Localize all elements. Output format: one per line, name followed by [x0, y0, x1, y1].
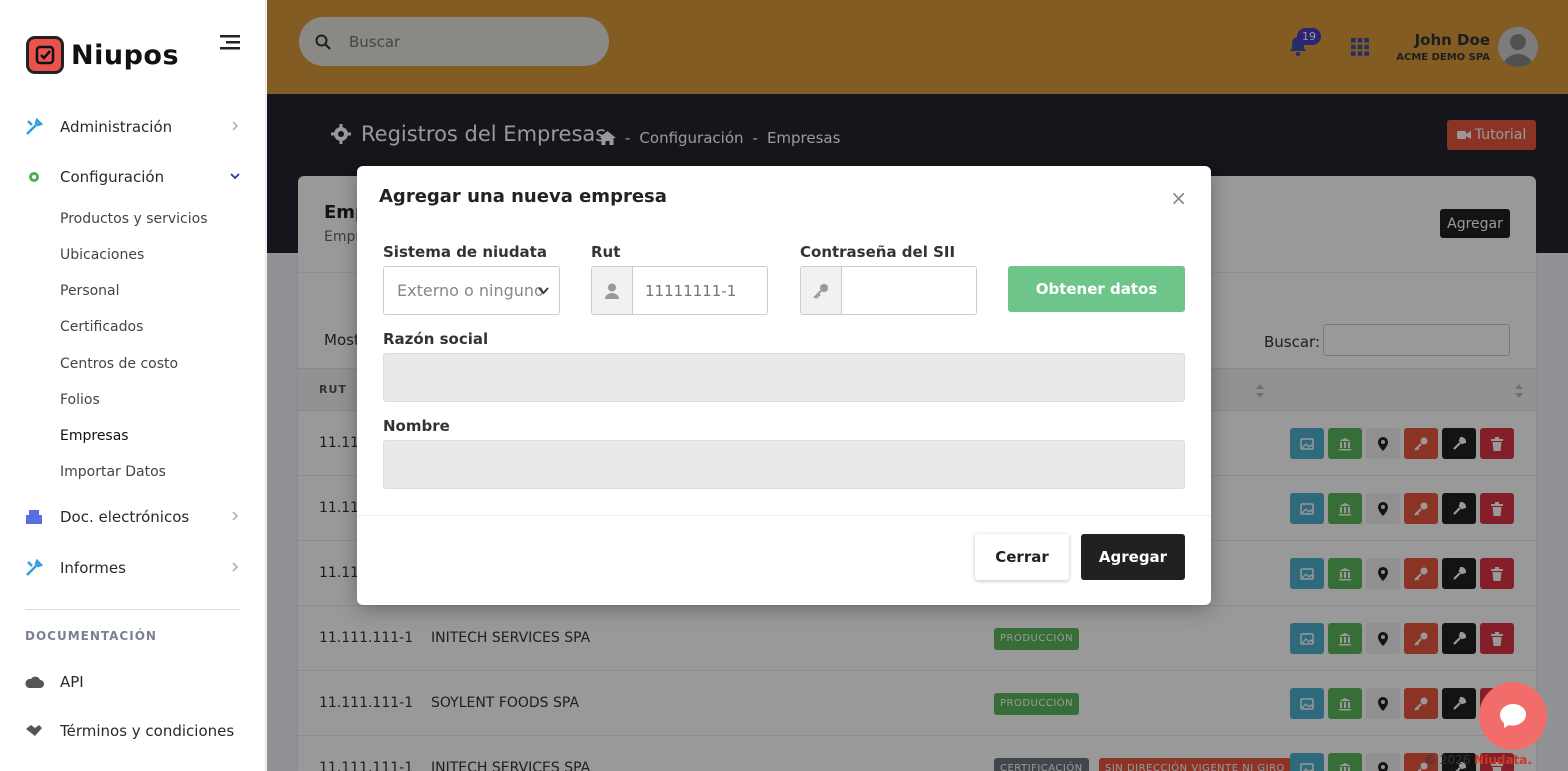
sidebar-subitem[interactable]: Ubicaciones: [60, 247, 144, 263]
rut-label: Rut: [591, 243, 621, 261]
sidebar-item-label: Doc. electrónicos: [60, 508, 190, 526]
copyright: © 2026 Niudata.: [1424, 753, 1532, 767]
sidebar-subitem[interactable]: Importar Datos: [60, 464, 166, 480]
sidebar-subitem[interactable]: Folios: [60, 392, 100, 408]
chevron-right-icon: [230, 511, 240, 521]
modal-title: Agregar una nueva empresa: [379, 186, 667, 207]
sidebar-item-terminos[interactable]: Términos y condiciones: [24, 716, 244, 746]
obtener-datos-button[interactable]: Obtener datos: [1008, 266, 1185, 312]
add-company-modal: Agregar una nueva empresa × Sistema de n…: [357, 166, 1211, 605]
sistema-select[interactable]: Externo o ninguno: [383, 266, 560, 315]
sidebar-item-label: Informes: [60, 559, 126, 577]
razon-social-field[interactable]: [383, 353, 1185, 402]
sidebar-item-label: Términos y condiciones: [60, 722, 235, 740]
section-label: DOCUMENTACIÓN: [25, 629, 157, 643]
sidebar-subitem-active[interactable]: Empresas: [60, 428, 129, 444]
tools-icon: [24, 558, 44, 578]
sidebar-item-label: Administración: [60, 118, 173, 136]
key-icon: [801, 267, 842, 314]
sidebar-subitem[interactable]: Productos y servicios: [60, 211, 208, 227]
sidebar-subitem[interactable]: Certificados: [60, 319, 143, 335]
sidebar-item-label: API: [60, 673, 84, 691]
menu-toggle-icon[interactable]: [220, 32, 242, 52]
chevron-down-icon: [538, 287, 549, 295]
sidebar-item-label: Configuración: [60, 168, 165, 186]
password-input[interactable]: [842, 267, 962, 314]
sidebar-item-doc-electronicos[interactable]: Doc. electrónicos: [24, 502, 244, 532]
cerrar-button[interactable]: Cerrar: [975, 534, 1069, 580]
chevron-down-icon: [230, 171, 240, 181]
rut-input[interactable]: [633, 267, 753, 314]
footer-brand-link[interactable]: Niudata.: [1474, 753, 1532, 767]
password-input-group: [800, 266, 977, 315]
razon-social-label: Razón social: [383, 330, 489, 348]
chat-button[interactable]: [1479, 682, 1547, 750]
logo-text: Niupos: [71, 39, 180, 71]
sistema-label: Sistema de niudata: [383, 243, 547, 261]
sidebar: Niupos Administración Configuración Prod…: [0, 0, 266, 771]
nombre-field[interactable]: [383, 440, 1185, 489]
sidebar-subitem[interactable]: Personal: [60, 283, 120, 299]
logo[interactable]: Niupos: [26, 36, 179, 74]
close-icon[interactable]: ×: [1170, 186, 1187, 210]
agregar-button[interactable]: Agregar: [1081, 534, 1185, 580]
chevron-right-icon: [230, 562, 240, 572]
rut-input-group: [591, 266, 768, 315]
chevron-right-icon: [230, 121, 240, 131]
sidebar-item-api[interactable]: API: [24, 667, 244, 697]
gear-icon: [24, 167, 44, 187]
cloud-icon: [24, 672, 44, 692]
sidebar-subitem[interactable]: Centros de costo: [60, 356, 178, 372]
chat-icon: [1500, 704, 1526, 728]
handshake-icon: [24, 721, 44, 741]
logo-icon: [26, 36, 64, 74]
register-icon: [24, 507, 44, 527]
sidebar-item-configuracion[interactable]: Configuración: [24, 162, 244, 192]
sidebar-item-informes[interactable]: Informes: [24, 553, 244, 583]
user-icon: [592, 267, 633, 314]
sidebar-divider: [25, 609, 240, 610]
nombre-label: Nombre: [383, 417, 450, 435]
tools-icon: [24, 117, 44, 137]
sidebar-item-administracion[interactable]: Administración: [24, 112, 244, 142]
password-label: Contraseña del SII: [800, 243, 956, 261]
